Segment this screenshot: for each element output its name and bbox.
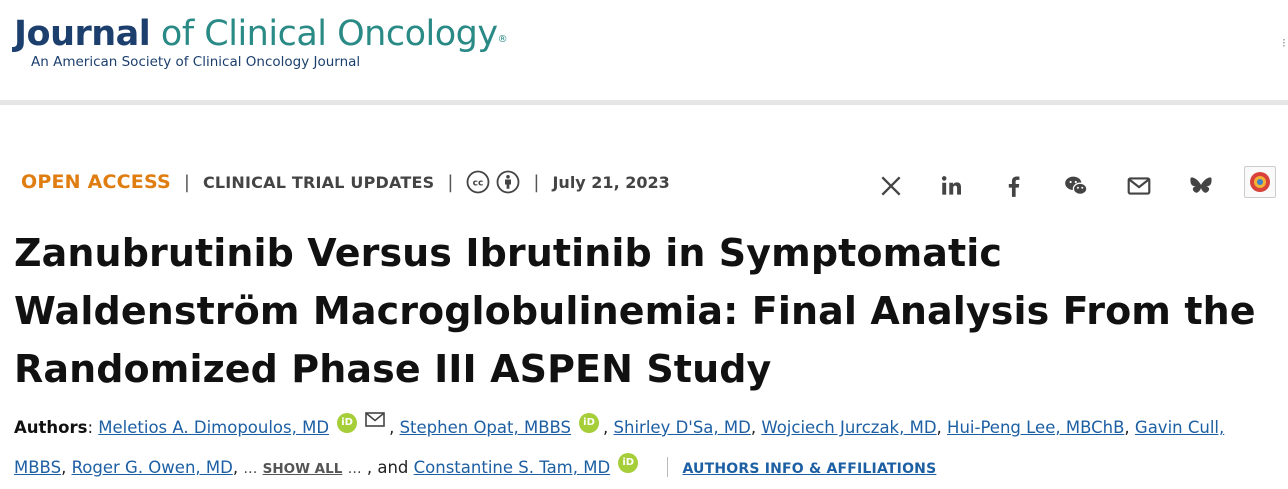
authors-ellipsis: …: [243, 461, 258, 477]
bluesky-icon: [1190, 177, 1212, 193]
article-title: Zanubrutinib Versus Ibrutinib in Symptom…: [14, 231, 1256, 391]
affiliations-divider: [667, 457, 669, 477]
meta-separator: |: [533, 171, 540, 193]
article-category[interactable]: CLINICAL TRIAL UPDATES: [203, 173, 434, 192]
author-link[interactable]: Meletios A. Dimopoulos, MD: [98, 418, 329, 437]
wechat-icon: [1065, 176, 1088, 196]
creative-commons-icon: cc: [466, 170, 490, 194]
header-divider: [0, 100, 1288, 105]
registered-mark: ®: [497, 34, 508, 45]
show-all-authors-button[interactable]: SHOW ALL: [263, 461, 343, 477]
altmetric-badge[interactable]: [1244, 166, 1276, 198]
x-icon: [881, 176, 901, 196]
linkedin-share-button[interactable]: [937, 171, 967, 201]
authors-ellipsis: …: [347, 461, 362, 477]
header-menu-edge[interactable]: ⁝: [1282, 36, 1288, 52]
site-header: Journal of Clinical Oncology® An America…: [0, 0, 1288, 100]
authors-affiliations-link[interactable]: AUTHORS INFO & AFFILIATIONS: [682, 461, 936, 477]
svg-text:cc: cc: [473, 179, 484, 189]
linkedin-icon: [941, 176, 961, 195]
altmetric-icon: [1250, 172, 1270, 192]
orcid-icon[interactable]: iD: [618, 453, 639, 473]
article-meta: OPEN ACCESS | CLINICAL TRIAL UPDATES | c…: [21, 168, 670, 196]
wechat-share-button[interactable]: [1061, 171, 1091, 201]
author-email-icon[interactable]: [365, 412, 385, 427]
author-link[interactable]: Stephen Opat, MBBS: [400, 418, 571, 437]
publication-date: July 21, 2023: [552, 172, 670, 192]
x-share-button[interactable]: [876, 171, 906, 201]
author-link[interactable]: Wojciech Jurczak, MD: [761, 418, 936, 437]
meta-separator: |: [183, 171, 190, 193]
facebook-share-button[interactable]: [999, 171, 1029, 201]
logo-journal-word: Journal: [14, 14, 151, 54]
open-access-badge: OPEN ACCESS: [21, 171, 171, 193]
authors-colon: :: [87, 418, 94, 437]
license-icons[interactable]: cc: [466, 170, 520, 194]
logo-rest-words: of Clinical Oncology: [160, 14, 498, 54]
email-share-button[interactable]: [1124, 171, 1154, 201]
authors-and: and: [377, 458, 409, 477]
attribution-icon: [496, 170, 520, 194]
journal-logo[interactable]: Journal of Clinical Oncology® An America…: [14, 12, 508, 70]
author-link[interactable]: Shirley D'Sa, MD: [614, 418, 751, 437]
journal-title: Journal of Clinical Oncology®: [14, 12, 508, 56]
facebook-icon: [1008, 176, 1020, 197]
email-icon: [1127, 177, 1151, 195]
authors-list: Authors: Meletios A. Dimopoulos, MD iD, S…: [14, 408, 1274, 489]
share-toolbar: [876, 166, 1288, 204]
orcid-icon[interactable]: iD: [337, 413, 358, 433]
author-link[interactable]: Roger G. Owen, MD: [72, 458, 233, 477]
authors-label: Authors: [14, 418, 88, 437]
orcid-icon[interactable]: iD: [579, 413, 600, 433]
author-link[interactable]: Constantine S. Tam, MD: [414, 458, 611, 477]
author-link[interactable]: Hui-Peng Lee, MBChB: [947, 418, 1124, 437]
bluesky-share-button[interactable]: [1186, 171, 1216, 201]
journal-tagline: An American Society of Clinical Oncology…: [31, 54, 361, 70]
meta-separator: |: [447, 171, 454, 193]
